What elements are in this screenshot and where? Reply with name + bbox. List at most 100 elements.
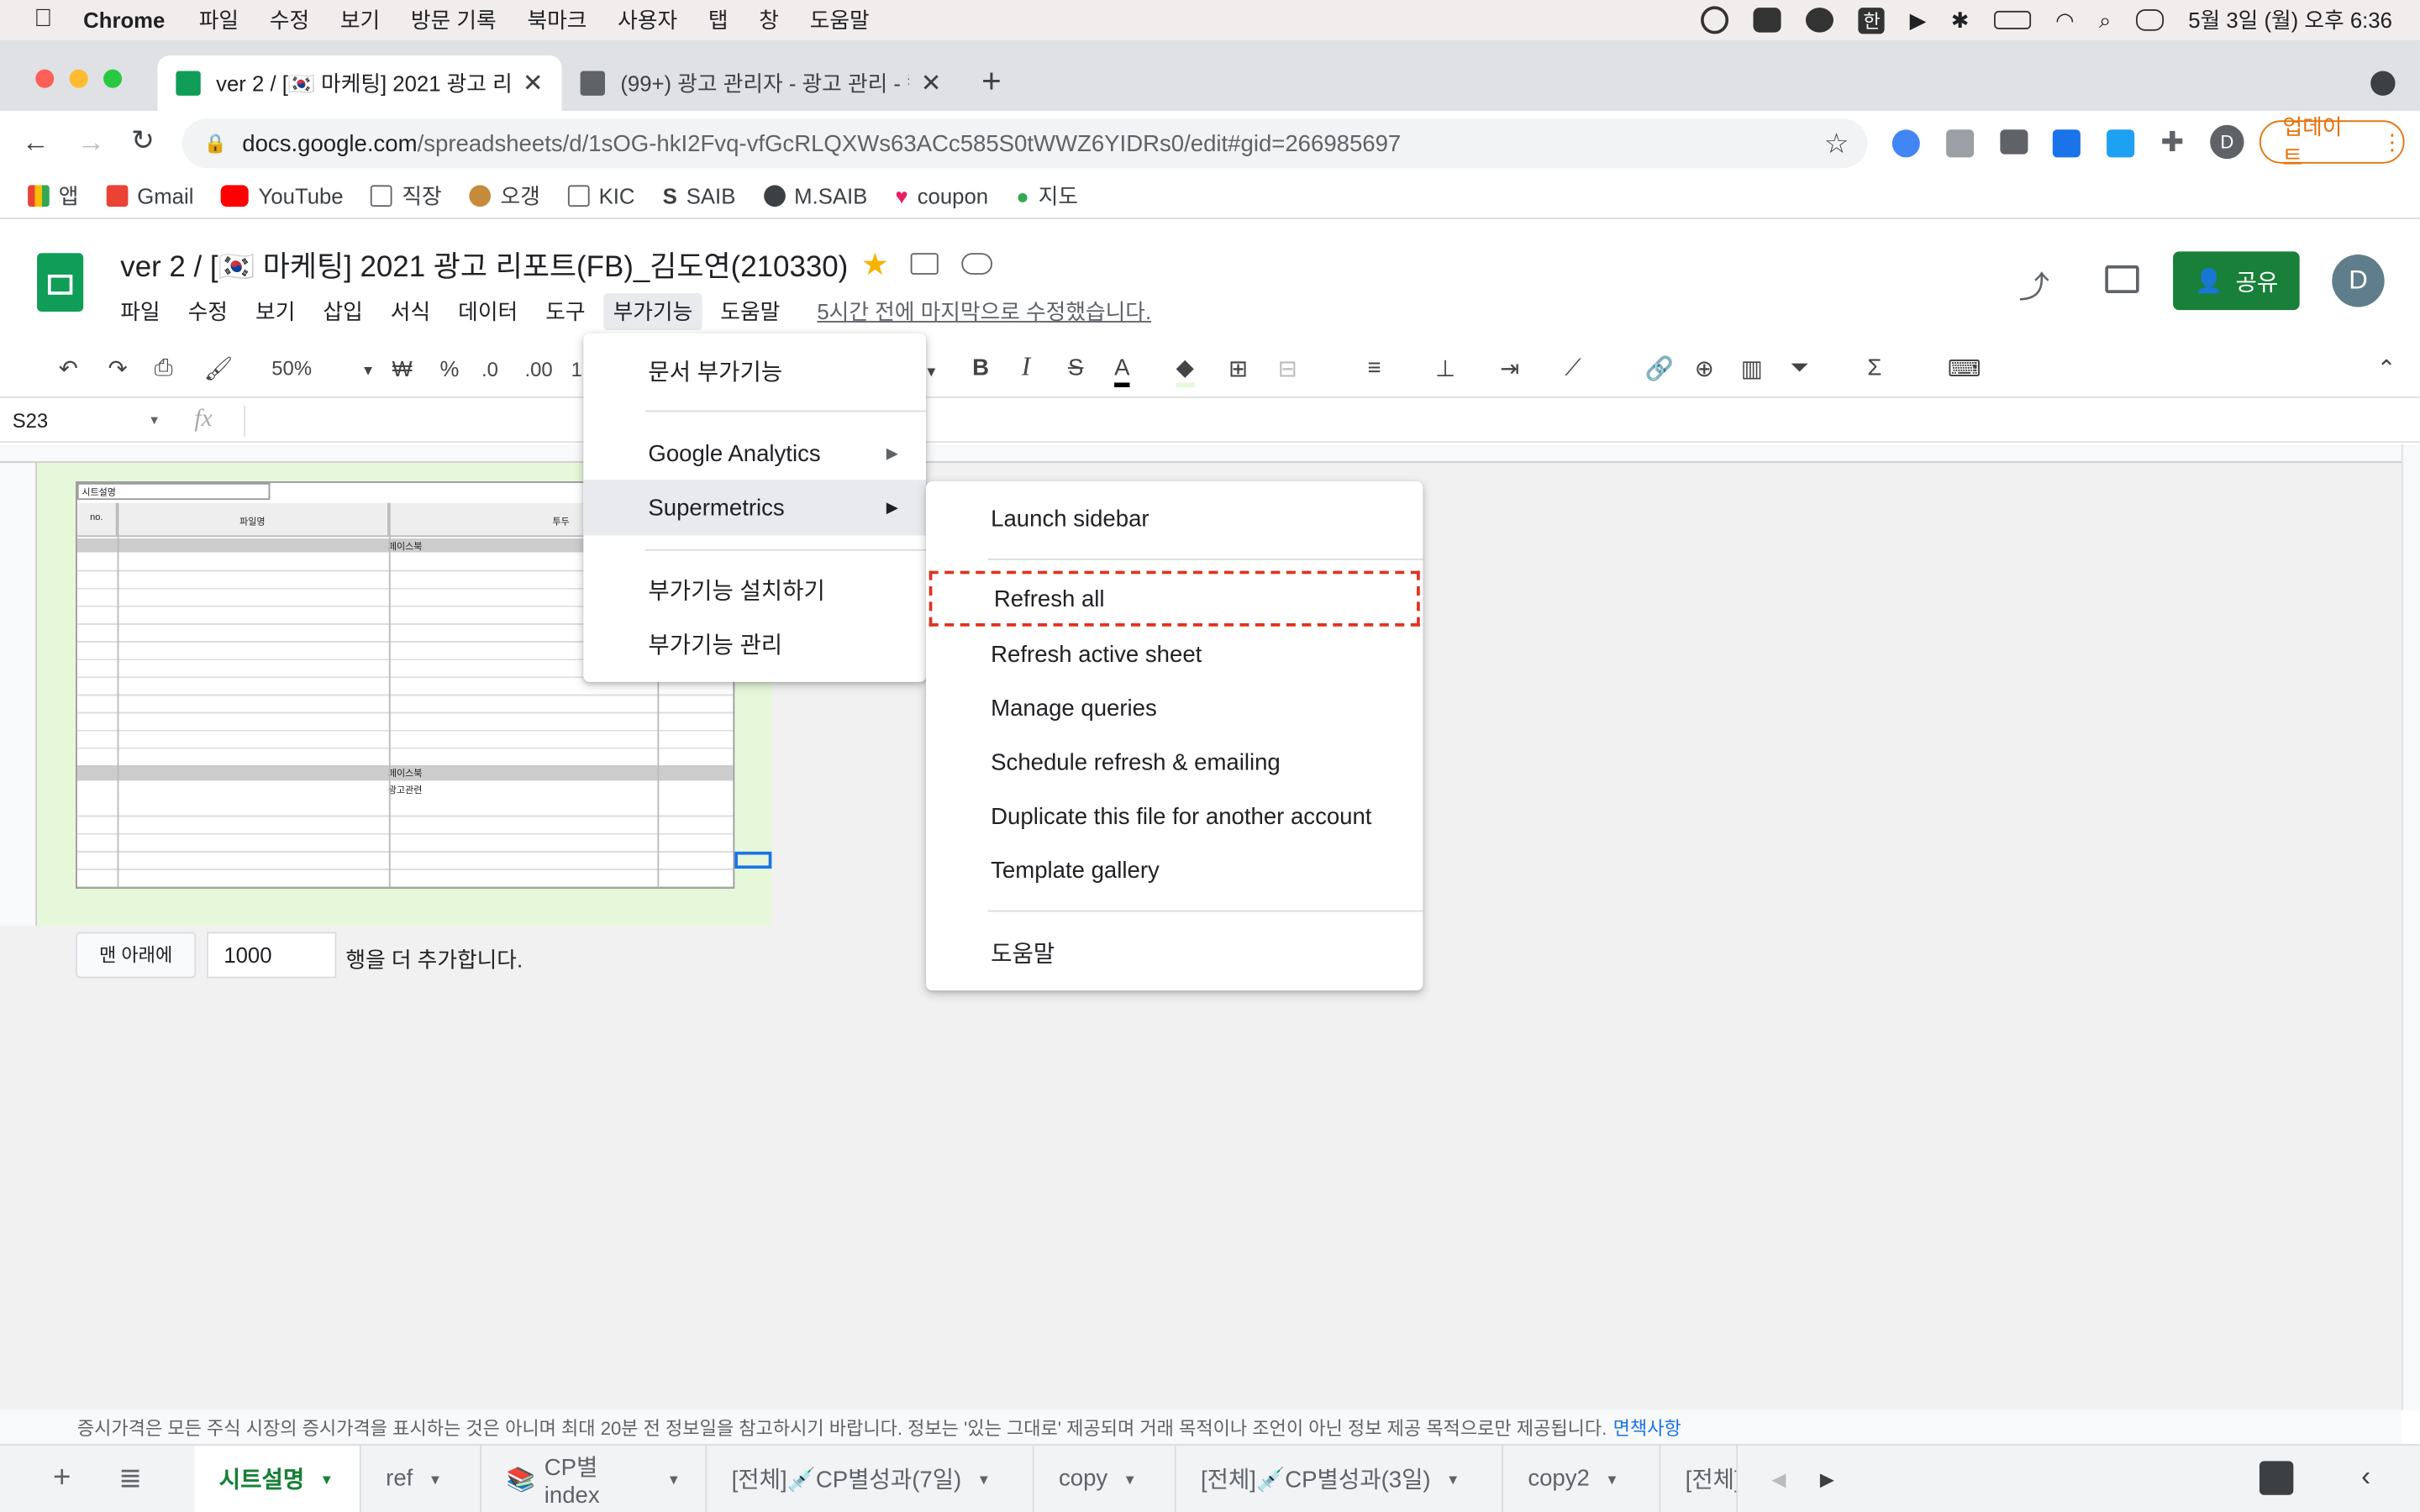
menu-addons[interactable]: 부가기능 [603,292,702,331]
sheet-tab-cp-7d[interactable]: [전체]💉CP별성과(7일) ▼ [707,1445,1034,1512]
redo-icon[interactable]: ↷ [108,354,128,382]
menu-insert[interactable]: 삽입 [323,293,362,330]
bookmark-gmail[interactable]: Gmail [106,183,193,207]
window-zoom-button[interactable] [103,69,123,88]
mac-menu-help[interactable]: 도움말 [810,5,870,36]
menu-item-template-gallery[interactable]: Template gallery [926,852,1423,889]
bookmark-apps[interactable]: 앱 [28,180,78,211]
mac-menu-file[interactable]: 파일 [199,5,239,36]
zoom-select[interactable]: 50% ▼ [271,356,375,380]
twitter-extension-icon[interactable] [2107,129,2135,158]
menu-item-google-analytics[interactable]: Google Analytics ▶ [583,435,926,472]
app-name[interactable]: Chrome [83,8,165,32]
document-title[interactable]: ver 2 / [🇰🇷 마케팅] 2021 광고 리포트(FB)_김도연(210… [120,244,848,286]
control-center-icon[interactable] [2135,9,2164,31]
kakaotalk-icon[interactable] [1806,8,1834,33]
collapse-toolbar-icon[interactable]: ⌃ [2377,354,2396,382]
input-han-icon[interactable]: 한 [1858,7,1886,34]
menu-item-refresh-active-sheet[interactable]: Refresh active sheet [926,636,1423,673]
extension-icon[interactable] [1891,129,1920,158]
menu-help[interactable]: 도움말 [720,293,780,330]
menu-format[interactable]: 서식 [391,293,430,330]
sheet-tab-cp-3d[interactable]: [전체]💉CP별성과(3일) ▼ [1176,1445,1503,1512]
puzzle-icon[interactable]: ✚ [2160,127,2184,160]
currency-format-button[interactable]: ₩ [392,356,413,381]
insert-chart-icon[interactable]: ▥ [1741,354,1763,382]
menu-tools[interactable]: 도구 [545,293,585,330]
bookmark-youtube[interactable]: YouTube [221,183,344,207]
window-close-button[interactable] [35,69,55,88]
figma-icon[interactable] [1753,8,1782,33]
vertical-align-icon[interactable]: ⊥ [1435,354,1455,382]
menu-item-duplicate-file[interactable]: Duplicate this file for another account [926,798,1423,835]
menu-data[interactable]: 데이터 [458,293,518,330]
move-folder-icon[interactable] [910,253,939,275]
insert-link-icon[interactable]: 🔗 [1645,354,1674,382]
input-tools-icon[interactable]: ⌨ [1948,354,1981,382]
menu-item-manage-queries[interactable]: Manage queries [926,690,1423,727]
bookmark-oggaeng[interactable]: 오갱 [469,180,540,211]
menu-item-refresh-all[interactable]: Refresh all [929,570,1420,627]
paint-format-icon[interactable]: 🖌 [203,354,233,382]
text-wrap-icon[interactable]: ⇥ [1500,354,1519,382]
sheets-logo-icon[interactable] [37,253,84,312]
percent-format-button[interactable]: % [439,356,459,381]
back-icon[interactable]: ← [22,127,50,160]
menu-item-schedule-refresh[interactable]: Schedule refresh & emailing [926,743,1423,780]
sheet-tab-copy[interactable]: copy ▼ [1034,1445,1176,1512]
scroll-tabs-left-icon[interactable]: ◀ [1772,1468,1786,1490]
chevron-down-icon[interactable]: ▼ [148,413,160,428]
tab-close-icon[interactable]: ✕ [523,68,544,99]
wifi-icon[interactable]: ◠ [2055,7,2074,33]
sheet-tab-description[interactable]: 시트설명 ▼ [194,1445,361,1512]
all-sheets-icon[interactable]: ≣ [71,1462,145,1495]
last-edit-link[interactable]: 5시간 전에 마지막으로 수정했습니다. [817,293,1151,330]
insert-comment-icon[interactable]: ⊕ [1695,354,1714,382]
print-icon[interactable]: ⎙ [155,354,173,381]
bookmark-coupon[interactable]: ♥ coupon [895,183,988,207]
omnibox[interactable]: 🔒 docs.google.com /spreadsheets/d/1sOG-h… [182,118,1868,169]
spotlight-icon[interactable]: ⌕ [2099,7,2111,33]
filter-icon[interactable]: ⏷ [1791,354,1809,381]
menu-edit[interactable]: 수정 [188,293,228,330]
formula-input[interactable] [244,406,2404,437]
borders-icon[interactable]: ⊞ [1228,354,1248,382]
text-color-icon[interactable]: A [1114,354,1130,388]
forward-icon[interactable]: → [77,127,105,160]
update-button[interactable]: 업데이트 ⋮ [2259,114,2405,170]
bookmark-folder-work[interactable]: 직장 [371,180,442,211]
disclaimer-link[interactable]: 면책사항 [1613,1414,1681,1440]
fill-color-icon[interactable]: ◆ [1176,354,1194,388]
activity-icon[interactable]: ⤴ [2018,262,2049,307]
mac-menu-bookmarks[interactable]: 북마크 [527,5,587,36]
name-box[interactable]: S23 [13,409,49,433]
increase-decimal-button[interactable]: .00 [524,358,552,381]
side-panel-toggle-icon[interactable]: ‹ [2361,1461,2370,1494]
profile-avatar[interactable]: D [2210,124,2244,160]
window-minimize-button[interactable] [69,69,88,88]
lock-icon[interactable]: 🔒 [203,133,226,155]
sheet-tab-copy2[interactable]: copy2 ▼ [1503,1445,1661,1512]
bluetooth-icon[interactable]: ✱ [1951,7,1970,33]
mac-menu-edit[interactable]: 수정 [270,5,309,36]
new-tab-button[interactable]: + [981,61,1002,102]
menubar-clock[interactable]: 5월 3일 (월) 오후 6:36 [2188,5,2392,36]
selected-cell[interactable] [734,851,772,869]
decrease-decimal-button[interactable]: .0 [481,358,498,381]
strikethrough-icon[interactable]: S [1068,354,1083,381]
share-button[interactable]: 👤 공유 [2173,251,2300,311]
menu-view[interactable]: 보기 [255,293,295,330]
cloud-saved-icon[interactable] [961,253,992,275]
sheet-tab-all-partial[interactable]: [전체] [1660,1445,1739,1512]
account-avatar[interactable]: D [2332,255,2385,307]
apple-icon[interactable]:  [34,6,52,34]
browser-tab-sheets[interactable]: ver 2 / [🇰🇷 마케팅] 2021 광고 리포 ✕ [157,55,562,112]
mac-menu-profiles[interactable]: 사용자 [618,5,677,36]
menu-item-launch-sidebar[interactable]: Launch sidebar [926,500,1423,537]
vertical-scrollbar[interactable] [2401,444,2420,1410]
mac-menu-tab[interactable]: 탭 [708,5,729,36]
play-icon[interactable]: ▶ [1910,7,1927,33]
menu-item-doc-addons[interactable]: 문서 부가기능 [583,352,926,389]
bookmark-msaib[interactable]: M.SAIB [763,183,867,207]
comments-icon[interactable] [2105,265,2139,293]
